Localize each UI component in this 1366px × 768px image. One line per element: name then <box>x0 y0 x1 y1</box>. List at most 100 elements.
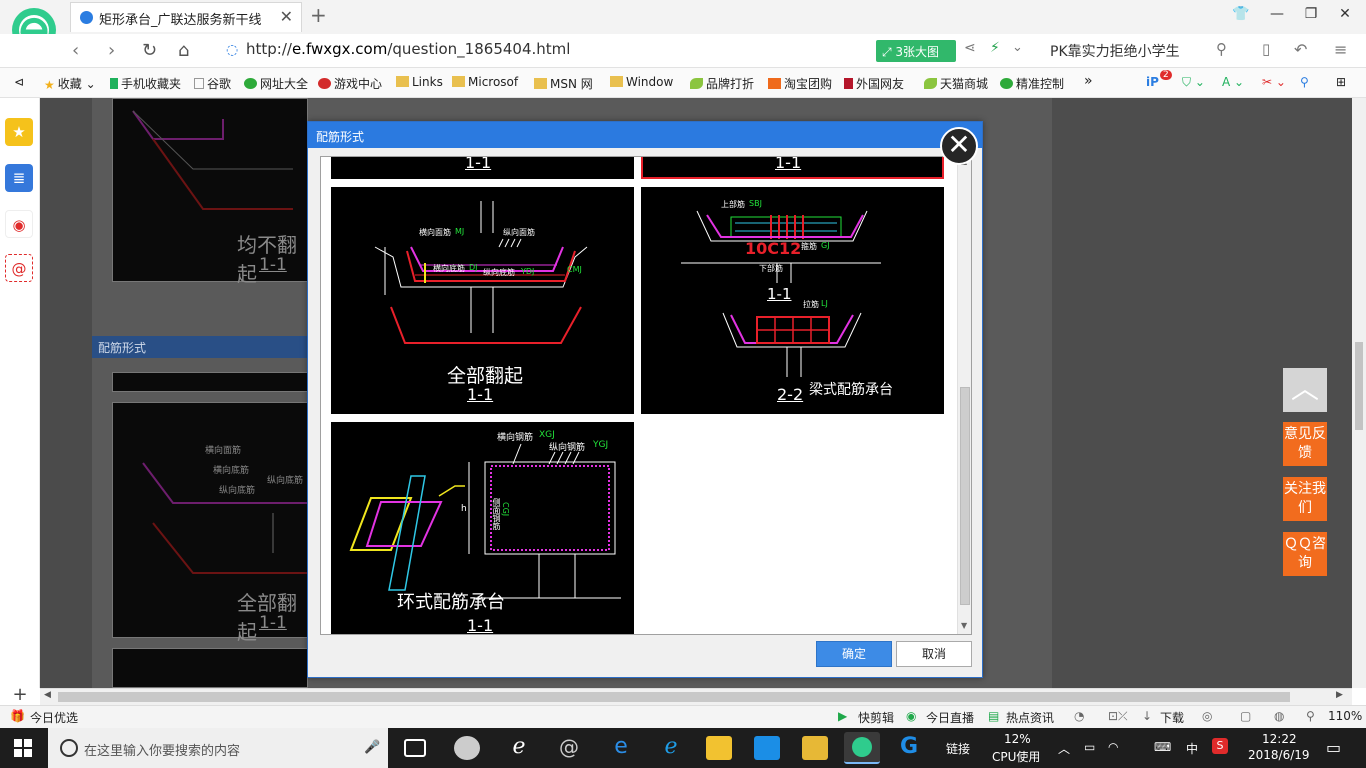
mail-icon[interactable]: @ <box>5 254 33 282</box>
bookmark-links[interactable]: Links <box>396 75 443 89</box>
shirt-skin-icon[interactable]: 👕 <box>1226 6 1256 22</box>
hot-news-link[interactable]: 热点资讯 <box>1006 709 1054 726</box>
mute-icon[interactable]: ◍ <box>1274 709 1284 723</box>
bookmark-google[interactable]: 谷歌 <box>194 75 231 92</box>
back-icon[interactable]: ‹ <box>72 40 79 61</box>
app-g-icon[interactable]: G <box>896 736 922 760</box>
tab-close-icon[interactable]: ✕ <box>280 7 293 26</box>
tray-expand-icon[interactable]: ︿ <box>1058 740 1070 757</box>
restore-icon[interactable]: ❐ <box>1296 6 1326 22</box>
clock-time[interactable]: 12:22 <box>1262 732 1297 746</box>
ext-shield-icon[interactable]: ⛉ ⌄ <box>1182 75 1205 90</box>
bookmark-windows[interactable]: Window <box>610 75 673 89</box>
bookmarks-more-icon[interactable]: » <box>1084 73 1093 89</box>
keyboard-icon[interactable]: ⌨ <box>1154 740 1171 754</box>
bookmark-msn[interactable]: MSN 网 <box>534 75 593 92</box>
forward-icon[interactable]: › <box>108 40 115 61</box>
ext-translate-icon[interactable]: A ⌄ <box>1222 75 1244 89</box>
bookmark-mobile[interactable]: 手机收藏夹 <box>110 75 181 92</box>
star-icon[interactable]: ★ <box>5 118 33 146</box>
option-card-partial-left[interactable]: 1-1 <box>331 157 634 179</box>
scroll-left-icon[interactable]: ◀ <box>44 690 51 700</box>
edge-icon[interactable]: e <box>608 736 634 760</box>
qq-consult-button[interactable]: ＱＱ咨询 <box>1283 532 1327 576</box>
option-card-full-flip[interactable]: 横向面筋 MJ 纵向面筋 横向底筋 DJ 纵向底筋 YDJ CMJ 全部翻起 1… <box>331 187 634 414</box>
bookmark-microsoft[interactable]: Microsof <box>452 75 518 89</box>
option-card-ring-type[interactable]: 横向钢筋 XGJ 纵向钢筋 YGJ 侧面钢筋 CGJ h 环式配筋承台 1-1 <box>331 422 634 634</box>
undo-icon[interactable]: ↶ <box>1294 40 1307 59</box>
option-card-partial-right-selected[interactable]: 1-1 <box>641 157 944 179</box>
ext-ip-icon[interactable]: iP <box>1146 75 1159 89</box>
bookmark-foreign[interactable]: 外国网友 <box>844 75 904 92</box>
notification-icon[interactable]: ▭ <box>1326 738 1341 757</box>
share-icon[interactable]: ⋖ <box>964 40 976 56</box>
window-icon[interactable]: ▢ <box>1240 709 1251 723</box>
search-icon[interactable]: ⚲ <box>1216 40 1227 58</box>
compat-icon[interactable]: ⊡ <box>1108 709 1118 723</box>
rebar-option-list[interactable]: 1-1 1-1 横向面筋 MJ 纵向面筋 横向底筋 DJ 纵向底筋 YDJ CM… <box>320 156 972 635</box>
bookmark-tmall[interactable]: 天猫商城 <box>924 75 988 92</box>
app-swirl-icon[interactable]: @ <box>556 736 582 760</box>
dialog-scroll-thumb[interactable] <box>960 387 970 605</box>
window-close-icon[interactable]: ✕ <box>1330 6 1360 22</box>
bookmark-precise[interactable]: 精准控制 <box>1000 75 1064 92</box>
scroll-right-icon[interactable]: ▶ <box>1336 690 1343 700</box>
app-e-icon[interactable]: ℯ <box>506 736 532 760</box>
wifi-icon[interactable]: ◠ <box>1108 740 1118 754</box>
address-input[interactable]: http://e.fwxgx.com/question_1865404.html <box>246 40 570 58</box>
ime-mode[interactable]: 中 <box>1186 740 1198 757</box>
clean-icon[interactable]: ◎ <box>1202 709 1212 723</box>
h-scroll-thumb[interactable] <box>58 692 1290 702</box>
sidebar-toggle-icon[interactable]: ⊲ <box>14 75 24 89</box>
scroll-down-icon[interactable]: ▼ <box>961 621 967 630</box>
tools-icon[interactable]: ⤫ <box>1118 709 1128 724</box>
back-to-top-button[interactable]: ︿ <box>1283 368 1327 412</box>
new-tab-icon[interactable]: + <box>310 3 327 27</box>
cancel-button[interactable]: 取消 <box>896 641 972 667</box>
ext-grid-icon[interactable]: ⊞ <box>1336 75 1346 89</box>
dialog-close-icon[interactable]: ✕ <box>940 127 978 165</box>
sogou-icon[interactable]: S <box>1212 738 1228 754</box>
today-picks-link[interactable]: 今日优选 <box>30 709 78 726</box>
task-view-icon[interactable] <box>404 739 426 757</box>
lightning-icon[interactable]: ⚡ <box>990 40 1000 56</box>
home-icon[interactable]: ⌂ <box>178 40 189 61</box>
bookmark-hao[interactable]: 网址大全 <box>244 75 308 92</box>
clock-date[interactable]: 2018/6/19 <box>1248 748 1310 762</box>
file-explorer-icon[interactable] <box>706 736 732 760</box>
ok-button[interactable]: 确定 <box>816 641 892 667</box>
add-icon[interactable]: + <box>0 686 40 705</box>
weibo-icon[interactable]: ◉ <box>5 210 33 238</box>
quick-edit-link[interactable]: 快剪辑 <box>858 709 894 726</box>
taskbar-active-browser[interactable] <box>844 732 880 764</box>
reload-icon[interactable]: ↻ <box>142 40 157 61</box>
bookmark-brand[interactable]: 品牌打折 <box>690 75 754 92</box>
taskbar-search[interactable]: 在这里输入你要搜索的内容 🎤 <box>48 728 388 768</box>
option-card-beam-type[interactable]: 上部筋 SBJ 10C12 下部筋 箍筋 GJ 拉筋 LJ 1-1 2-2 梁式… <box>641 187 944 414</box>
scroll-thumb[interactable] <box>1355 342 1363 430</box>
menu-icon[interactable]: ≡ <box>1334 40 1347 59</box>
dialog-scrollbar[interactable]: ▲ ▼ <box>957 157 971 634</box>
bookmark-taobao[interactable]: 淘宝团购 <box>768 75 832 92</box>
battery-icon[interactable]: ▭ <box>1084 740 1095 754</box>
big-image-button[interactable]: ⤢ 3张大图 <box>876 40 956 62</box>
app-pinwheel-icon[interactable] <box>454 736 480 760</box>
search-input[interactable]: PK靠实力拒绝小学生 <box>1050 41 1180 61</box>
ext-scissors-icon[interactable]: ✂ ⌄ <box>1262 75 1286 89</box>
bookmark-favorites[interactable]: ★ 收藏 ⌄ <box>44 75 96 92</box>
chevron-down-icon[interactable]: ⌄ <box>1012 40 1023 55</box>
taskbar-links[interactable]: 链接 <box>946 740 970 757</box>
zoom-icon[interactable]: ⚲ <box>1306 709 1315 723</box>
follow-us-button[interactable]: 关注我们 <box>1283 477 1327 521</box>
download-link[interactable]: 下载 <box>1160 709 1184 726</box>
zoom-level[interactable]: 110% <box>1328 709 1362 723</box>
ext-search-icon[interactable]: ⚲ <box>1300 75 1309 89</box>
app-notepad-icon[interactable] <box>802 736 828 760</box>
microphone-icon[interactable]: 🎤 <box>364 740 380 755</box>
page-vertical-scrollbar[interactable] <box>1352 98 1366 688</box>
app-plus-icon[interactable] <box>754 736 780 760</box>
minimize-icon[interactable]: — <box>1262 6 1292 22</box>
bookmark-games[interactable]: 游戏中心 <box>318 75 382 92</box>
feedback-button[interactable]: 意见反馈 <box>1283 422 1327 466</box>
phone-icon[interactable]: ▯ <box>1262 40 1270 58</box>
